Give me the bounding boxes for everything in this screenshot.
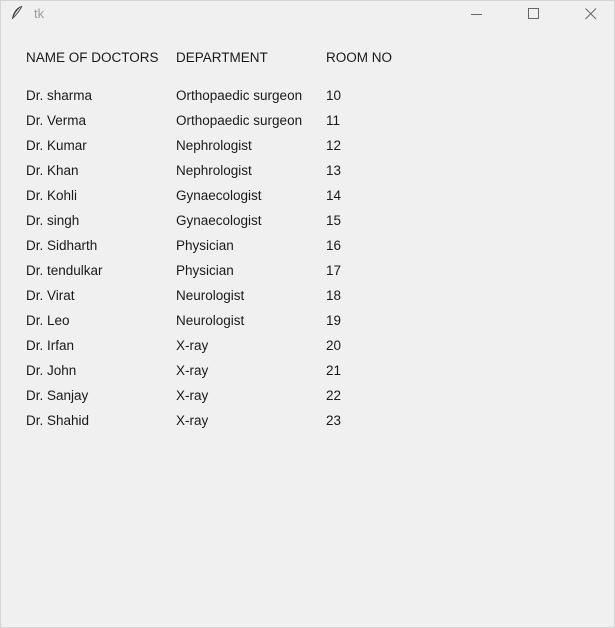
doctor-name: Dr. Sanjay	[26, 388, 89, 403]
doctor-name: Dr. Verma	[26, 113, 87, 128]
department: Physician	[176, 263, 234, 278]
doctor-name: Dr. Kumar	[26, 138, 87, 153]
doctor-name: Dr. sharma	[26, 88, 93, 103]
header-room-no: ROOM NO	[326, 50, 392, 65]
doctor-name: Dr. Khan	[26, 163, 79, 178]
room-no: 15	[326, 213, 342, 228]
department: Neurologist	[176, 313, 245, 328]
department: X-ray	[176, 338, 209, 353]
doctor-name: Dr. Irfan	[26, 338, 75, 353]
department: Gynaecologist	[176, 213, 262, 228]
doctor-name: Dr. Shahid	[26, 413, 90, 428]
room-no: 14	[326, 188, 342, 203]
header-department: DEPARTMENT	[176, 50, 268, 65]
room-no: 18	[326, 288, 342, 303]
room-no: 23	[326, 413, 342, 428]
app-window: tk NAME OF DOCTORS DEPARTMENT ROOM NO Dr…	[0, 0, 615, 628]
doctor-name: Dr. John	[26, 363, 77, 378]
minimize-icon	[471, 14, 482, 15]
doctor-name: Dr. Sidharth	[26, 238, 98, 253]
doctors-table: NAME OF DOCTORS DEPARTMENT ROOM NO Dr. s…	[1, 26, 614, 627]
room-no: 17	[326, 263, 342, 278]
room-no: 19	[326, 313, 342, 328]
close-icon	[585, 8, 597, 20]
department: Physician	[176, 238, 234, 253]
room-no: 22	[326, 388, 342, 403]
maximize-icon	[528, 8, 539, 19]
doctor-name: Dr. singh	[26, 213, 80, 228]
department: Orthopaedic surgeon	[176, 88, 303, 103]
room-no: 20	[326, 338, 342, 353]
room-no: 12	[326, 138, 342, 153]
header-name: NAME OF DOCTORS	[26, 50, 159, 65]
close-button[interactable]	[568, 1, 614, 26]
room-no: 10	[326, 88, 342, 103]
room-no: 21	[326, 363, 342, 378]
department: Orthopaedic surgeon	[176, 113, 303, 128]
tk-feather-icon	[10, 5, 24, 21]
maximize-button[interactable]	[511, 1, 557, 26]
minimize-button[interactable]	[454, 1, 500, 26]
department: X-ray	[176, 413, 209, 428]
department: Gynaecologist	[176, 188, 262, 203]
doctor-name: Dr. Kohli	[26, 188, 78, 203]
doctor-name: Dr. tendulkar	[26, 263, 103, 278]
room-no: 16	[326, 238, 342, 253]
room-no: 13	[326, 163, 342, 178]
doctor-name: Dr. Leo	[26, 313, 70, 328]
doctor-name: Dr. Virat	[26, 288, 75, 303]
title-bar[interactable]: tk	[1, 1, 614, 26]
department: X-ray	[176, 363, 209, 378]
department: Neurologist	[176, 288, 245, 303]
department: X-ray	[176, 388, 209, 403]
department: Nephrologist	[176, 138, 252, 153]
window-title: tk	[34, 6, 45, 21]
room-no: 11	[326, 113, 341, 128]
department: Nephrologist	[176, 163, 252, 178]
